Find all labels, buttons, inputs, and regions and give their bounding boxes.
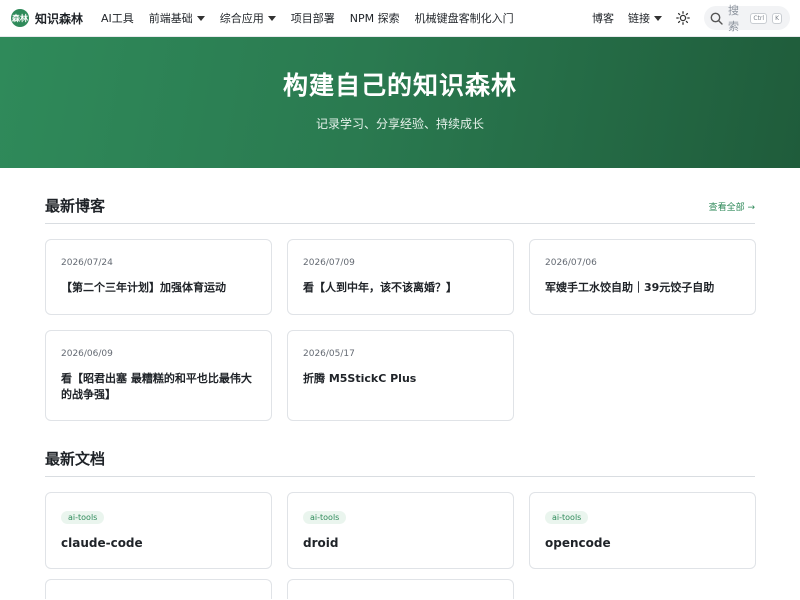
blog-title: 【第二个三年计划】加强体育运动 <box>61 281 226 294</box>
nav-link-npm[interactable]: NPM 探索 <box>350 10 400 26</box>
nav-link-blog[interactable]: 博客 <box>592 10 614 26</box>
section-header: 最新文档 <box>45 421 755 477</box>
nav-link-frontend-basics[interactable]: 前端基础 <box>149 10 205 26</box>
nav-link-label: 综合应用 <box>219 12 264 25</box>
search-placeholder: 搜索 <box>728 4 739 33</box>
doc-tag: ai-tools <box>545 511 589 524</box>
blog-grid: 2026/07/24 【第二个三年计划】加强体育运动 2026/07/09 看【… <box>45 224 756 421</box>
sun-icon <box>676 11 690 25</box>
doc-tag: ai-tools <box>61 511 105 524</box>
blog-card[interactable]: 2026/07/09 看【人到中年，该不该离婚？】 <box>287 239 514 315</box>
nav-link-deployment[interactable]: 项目部署 <box>291 10 335 26</box>
nav-link-links-menu[interactable]: 链接 <box>628 10 662 26</box>
hero-subtitle: 记录学习、分享经验、持续成长 <box>315 116 484 131</box>
doc-title: opencode <box>545 536 611 550</box>
nav-link-label: 前端基础 <box>148 12 193 25</box>
see-all-link[interactable]: 查看全部 → <box>709 200 755 213</box>
blog-date: 2026/07/06 <box>545 258 597 268</box>
section-header: 最新博客 查看全部 → <box>45 168 755 224</box>
doc-card[interactable] <box>45 579 272 599</box>
blog-title: 折腾 M5StickC Plus <box>303 372 417 385</box>
doc-title: droid <box>303 536 339 550</box>
nav-link-label: AI工具 <box>101 12 134 25</box>
blog-date: 2026/06/09 <box>61 349 113 359</box>
nav-link-label: 链接 <box>628 12 650 25</box>
nav-link-label: 项目部署 <box>290 12 335 25</box>
blog-card[interactable]: 2026/07/06 军嫂手工水饺自助｜39元饺子自助 <box>529 239 756 315</box>
doc-card[interactable] <box>287 579 514 599</box>
nav-link-keyboard[interactable]: 机械键盘客制化入门 <box>415 10 514 26</box>
nav-right: 博客 链接 搜索 Ctrl K <box>592 4 790 33</box>
chevron-down-icon <box>654 15 662 21</box>
nav-links: AI工具 前端基础 综合应用 项目部署 NPM 探索 机械键盘客制化入门 <box>101 10 514 26</box>
theme-toggle-sun-icon[interactable] <box>676 11 690 25</box>
doc-grid-next-row <box>45 569 755 599</box>
top-nav: 森林 知识森林 AI工具 前端基础 综合应用 项目部署 NPM 探索 机械键盘客… <box>0 0 800 37</box>
blog-date: 2026/05/17 <box>303 349 355 359</box>
nav-link-ai-tools[interactable]: AI工具 <box>101 10 134 26</box>
nav-link-label: NPM 探索 <box>349 12 400 25</box>
chevron-down-icon <box>267 15 276 21</box>
blog-title: 看【人到中年，该不该离婚？】 <box>303 281 457 294</box>
nav-link-label: 机械键盘客制化入门 <box>414 12 514 25</box>
section-title: 最新博客 <box>45 197 106 215</box>
doc-title: claude-code <box>61 536 143 550</box>
hero-title: 构建自己的知识森林 <box>282 70 517 100</box>
search-button[interactable]: 搜索 Ctrl K <box>704 4 790 33</box>
blog-date: 2026/07/24 <box>61 258 113 268</box>
blog-card[interactable]: 2026/07/24 【第二个三年计划】加强体育运动 <box>45 239 272 315</box>
search-icon <box>710 12 723 25</box>
section-title: 最新文档 <box>45 450 106 468</box>
logo-mark: 森林 <box>11 9 29 27</box>
doc-card[interactable]: ai-tools opencode <box>529 492 756 569</box>
site-title: 知识森林 <box>35 11 84 26</box>
nav-link-applications[interactable]: 综合应用 <box>220 10 276 26</box>
blog-title: 看【昭君出塞 最糟糕的和平也比最伟大的战争强】 <box>61 372 252 401</box>
kbd-k: K <box>772 12 782 24</box>
site-logo[interactable]: 森林 知识森林 <box>11 9 83 27</box>
doc-grid: ai-tools claude-code ai-tools droid ai-t… <box>45 477 756 569</box>
blog-date: 2026/07/09 <box>303 258 355 268</box>
latest-blogs-section: 最新博客 查看全部 → 2026/07/24 【第二个三年计划】加强体育运动 2… <box>0 168 800 421</box>
doc-tag: ai-tools <box>303 511 347 524</box>
doc-card[interactable]: ai-tools claude-code <box>45 492 272 569</box>
blog-title: 军嫂手工水饺自助｜39元饺子自助 <box>545 281 715 294</box>
latest-docs-section: 最新文档 ai-tools claude-code ai-tools droid… <box>0 421 800 599</box>
doc-card[interactable]: ai-tools droid <box>287 492 514 569</box>
hero-banner: 构建自己的知识森林 记录学习、分享经验、持续成长 <box>0 37 800 168</box>
blog-card[interactable]: 2026/06/09 看【昭君出塞 最糟糕的和平也比最伟大的战争强】 <box>45 330 272 421</box>
kbd-ctrl: Ctrl <box>750 12 768 24</box>
chevron-down-icon <box>196 15 205 21</box>
blog-card[interactable]: 2026/05/17 折腾 M5StickC Plus <box>287 330 514 421</box>
